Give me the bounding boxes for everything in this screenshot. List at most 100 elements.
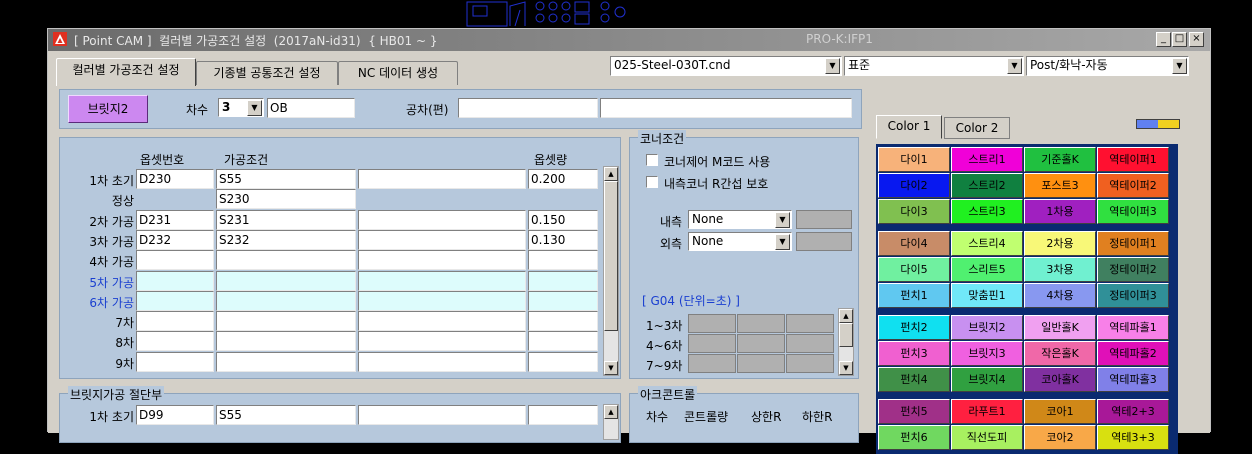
scroll-up-icon[interactable]: ▲ [839,309,853,323]
color-swatch[interactable]: 스트리2 [951,173,1023,198]
chevron-down-icon[interactable]: ▼ [1007,58,1022,74]
grid-cell-amount[interactable]: 0.200 [528,169,598,189]
minimize-button[interactable]: _ [1156,32,1171,47]
maximize-button[interactable]: □ [1172,32,1187,47]
bridge-amount-field[interactable] [528,405,598,425]
grid-cell-offset[interactable] [136,351,214,372]
g04-cell[interactable] [786,334,834,353]
scroll-up-icon[interactable]: ▲ [604,167,618,181]
grid-cell-amount[interactable] [528,250,598,271]
bridge-button[interactable]: 브릿지2 [68,95,148,123]
grid-cell-extra[interactable] [358,290,526,311]
post-select[interactable]: Post/화낙-자동 ▼ [1026,56,1189,76]
color-swatch[interactable]: 포스트3 [1024,173,1096,198]
chasu-select[interactable]: 3 ▼ [218,98,264,117]
color-swatch[interactable]: 브릿지4 [951,367,1023,392]
chevron-down-icon[interactable]: ▼ [775,212,790,228]
g04-cell[interactable] [688,314,736,333]
tab-color-2[interactable]: Color 2 [944,117,1010,139]
color-swatch[interactable]: 2차용 [1024,231,1096,256]
grid-cell-extra[interactable] [358,311,526,332]
color-swatch[interactable]: 코아홀K [1024,367,1096,392]
grid-cell-offset[interactable] [136,250,214,271]
bridge-cond-field[interactable]: S55 [216,405,356,425]
scroll-thumb[interactable] [839,323,853,347]
inner-extra-field[interactable] [796,210,852,229]
g04-cell[interactable] [737,334,785,353]
color-swatch[interactable]: 스트리3 [951,199,1023,224]
g04-cell[interactable] [786,314,834,333]
color-swatch[interactable]: 다이5 [878,257,950,282]
color-swatch[interactable]: 역테이퍼1 [1097,147,1169,172]
grid-cell-extra[interactable] [358,250,526,271]
grid-cell-offset[interactable] [136,331,214,352]
grid-cell-amount[interactable] [528,331,598,352]
grid-cell-offset[interactable]: D232 [136,229,214,250]
color-swatch[interactable]: 스트리4 [951,231,1023,256]
title-bar[interactable]: [ Point CAM ] 컬러별 가공조건 설정 (2017aN-id31) … [48,29,1210,51]
ob-field[interactable]: OB [267,98,355,118]
tab-machine-conditions[interactable]: 기종별 공통조건 설정 [196,61,338,85]
color-swatch[interactable]: 다이3 [878,199,950,224]
grid-cell-cond[interactable] [216,290,356,311]
color-swatch[interactable]: 펀치3 [878,341,950,366]
grid-cell-extra[interactable] [358,351,526,372]
inner-r-checkbox[interactable] [646,176,658,188]
color-swatch[interactable]: 스리트5 [951,257,1023,282]
grid-cell-cond[interactable]: S55 [216,169,356,189]
color-swatch[interactable]: 1차용 [1024,199,1096,224]
grid-cell-amount[interactable]: 0.130 [528,229,598,250]
color-swatch[interactable]: 펀치4 [878,367,950,392]
chevron-down-icon[interactable]: ▼ [247,100,262,116]
color-swatch[interactable]: 역테파홀2 [1097,341,1169,366]
grid-cell-cond[interactable] [216,331,356,352]
color-swatch[interactable]: 역테이퍼2 [1097,173,1169,198]
scroll-down-icon[interactable]: ▼ [839,361,853,375]
close-button[interactable]: × [1189,32,1204,47]
grid-cell-offset[interactable]: D230 [136,169,214,189]
grid-cell-amount[interactable]: 0.150 [528,209,598,230]
g04-cell[interactable] [737,354,785,373]
grid-scrollbar[interactable]: ▲ ▼ [603,166,619,376]
grid-cell-offset[interactable]: D231 [136,209,214,230]
color-swatch[interactable]: 4차용 [1024,283,1096,308]
color-swatch[interactable]: 코아1 [1024,399,1096,424]
color-swatch[interactable]: 펀치6 [878,425,950,450]
outer-select[interactable]: None ▼ [688,232,792,251]
scroll-thumb[interactable] [604,181,618,331]
g04-cell[interactable] [688,334,736,353]
color-swatch[interactable]: 코아2 [1024,425,1096,450]
color-swatch[interactable]: 다이2 [878,173,950,198]
color-swatch[interactable]: 스트리1 [951,147,1023,172]
standard-select[interactable]: 표준 ▼ [844,56,1024,76]
bridge-offset-field[interactable]: D99 [136,405,214,425]
color-swatch[interactable]: 일반홀K [1024,315,1096,340]
grid-cell-cond[interactable]: S230 [216,189,356,210]
color-swatch[interactable]: 브릿지2 [951,315,1023,340]
chevron-down-icon[interactable]: ▼ [775,234,790,250]
chevron-down-icon[interactable]: ▼ [825,58,840,74]
tab-color-1[interactable]: Color 1 [876,115,942,139]
color-swatch[interactable]: 펀치1 [878,283,950,308]
outer-extra-field[interactable] [796,232,852,251]
color-swatch[interactable]: 정테이퍼1 [1097,231,1169,256]
color-swatch[interactable]: 다이1 [878,147,950,172]
color-swatch[interactable]: 다이4 [878,231,950,256]
color-swatch[interactable]: 기준홀K [1024,147,1096,172]
color-swatch[interactable]: 펀치2 [878,315,950,340]
color-swatch[interactable]: 3차용 [1024,257,1096,282]
grid-cell-extra[interactable] [358,169,526,189]
scroll-up-icon[interactable]: ▲ [604,405,618,419]
grid-cell-cond[interactable] [216,270,356,291]
tolerance-field-2[interactable] [600,98,852,118]
color-swatch[interactable]: 브릿지3 [951,341,1023,366]
color-swatch[interactable]: 역테2+3 [1097,399,1169,424]
grid-cell-cond[interactable]: S231 [216,209,356,230]
bridge-scrollbar[interactable]: ▲ [603,404,619,440]
g04-cell[interactable] [688,354,736,373]
grid-cell-cond[interactable]: S232 [216,229,356,250]
color-swatch[interactable]: 직선도피 [951,425,1023,450]
g04-cell[interactable] [786,354,834,373]
grid-cell-amount[interactable] [528,290,598,311]
grid-cell-amount[interactable] [528,351,598,372]
